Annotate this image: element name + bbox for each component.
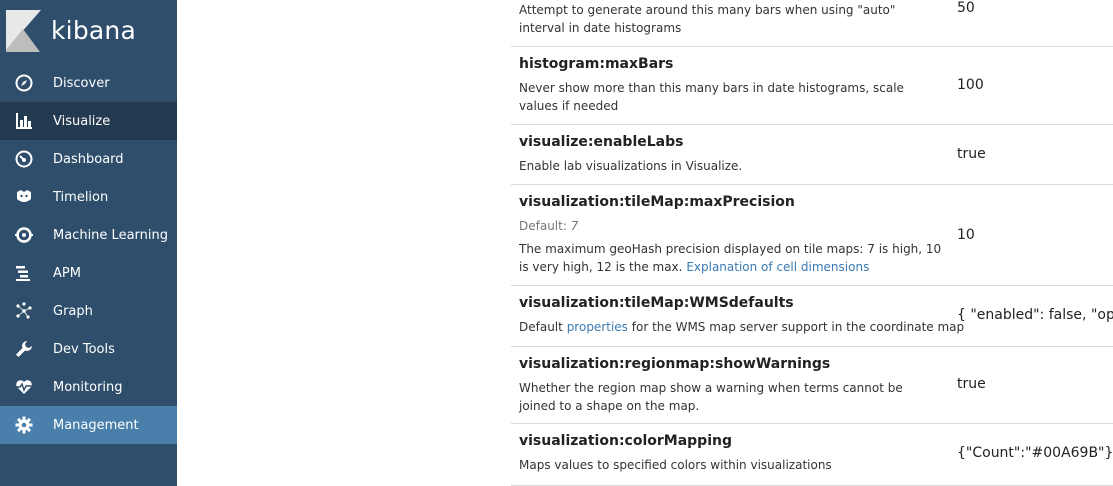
setting-row: histogram:maxBars Never show more than t… xyxy=(511,47,1113,125)
nav-label: Dashboard xyxy=(53,151,124,167)
setting-name: visualization:colorMapping xyxy=(519,433,732,449)
setting-default: Default: 7 xyxy=(519,219,578,233)
setting-row: visualization:tileMap:maxPrecision Defau… xyxy=(511,185,1113,286)
main-content: Attempt to generate around this many bar… xyxy=(177,0,1113,486)
setting-value[interactable]: 100 xyxy=(957,77,984,93)
setting-name: visualization:regionmap:showWarnings xyxy=(519,356,831,372)
setting-name: visualization:tileMap:WMSdefaults xyxy=(519,295,794,311)
graph-icon xyxy=(15,302,33,320)
setting-description: Attempt to generate around this many bar… xyxy=(519,3,896,35)
setting-value[interactable]: 50 xyxy=(957,0,975,16)
nav-label: Monitoring xyxy=(53,379,123,395)
kibana-logo-icon xyxy=(6,9,41,52)
nav-item-machine-learning[interactable]: Machine Learning xyxy=(0,216,177,254)
setting-name: visualize:enableLabs xyxy=(519,134,684,150)
apm-icon xyxy=(15,264,33,282)
setting-description: Default properties for the WMS map serve… xyxy=(519,318,964,336)
description-text: Default xyxy=(519,320,563,334)
setting-name: histogram:maxBars xyxy=(519,56,674,72)
nav-item-management[interactable]: Management xyxy=(0,406,177,444)
gear-icon xyxy=(15,416,33,434)
compass-icon xyxy=(15,74,33,92)
description-text: for the WMS map server support in the co… xyxy=(631,320,965,334)
nav-label: Management xyxy=(53,417,139,433)
nav-label: Timelion xyxy=(53,189,109,205)
brand-name: kibana xyxy=(51,16,136,45)
setting-description: Enable lab visualizations in Visualize. xyxy=(519,159,743,173)
setting-row: Attempt to generate around this many bar… xyxy=(511,0,1113,47)
nav-label: APM xyxy=(53,265,81,281)
setting-value[interactable]: true xyxy=(957,146,986,162)
setting-row: visualization:colorMapping Maps values t… xyxy=(511,424,1113,486)
nav-item-apm[interactable]: APM xyxy=(0,254,177,292)
sidebar: kibana Discover Visualize Dashboard Time… xyxy=(0,0,177,486)
nav-item-monitoring[interactable]: Monitoring xyxy=(0,368,177,406)
setting-row: visualization:tileMap:WMSdefaults Defaul… xyxy=(511,286,1113,347)
setting-value[interactable]: true xyxy=(957,376,986,392)
nav-item-dev-tools[interactable]: Dev Tools xyxy=(0,330,177,368)
brand[interactable]: kibana xyxy=(0,0,177,61)
setting-value[interactable]: { "enabled": false, "optio xyxy=(957,307,1113,323)
timelion-icon xyxy=(15,188,33,206)
cell-dimensions-link[interactable]: Explanation of cell dimensions xyxy=(686,260,869,274)
setting-row: visualization:regionmap:showWarnings Whe… xyxy=(511,347,1113,424)
wrench-icon xyxy=(15,340,33,358)
default-value: 7 xyxy=(570,219,579,233)
nav-item-timelion[interactable]: Timelion xyxy=(0,178,177,216)
nav-item-graph[interactable]: Graph xyxy=(0,292,177,330)
setting-description: Never show more than this many bars in d… xyxy=(519,81,904,113)
properties-link[interactable]: properties xyxy=(567,320,628,334)
setting-value[interactable]: {"Count":"#00A69B"} xyxy=(957,445,1113,461)
heartbeat-icon xyxy=(15,378,33,396)
setting-name: visualization:tileMap:maxPrecision xyxy=(519,194,795,210)
nav-label: Visualize xyxy=(53,113,111,129)
nav-label: Discover xyxy=(53,75,110,91)
setting-row: visualize:enableLabs Enable lab visualiz… xyxy=(511,125,1113,185)
nav-label: Graph xyxy=(53,303,93,319)
setting-description: The maximum geoHash precision displayed … xyxy=(519,240,943,276)
bar-chart-icon xyxy=(15,112,33,130)
nav-item-dashboard[interactable]: Dashboard xyxy=(0,140,177,178)
gauge-icon xyxy=(15,150,33,168)
nav-item-discover[interactable]: Discover xyxy=(0,64,177,102)
nav-label: Dev Tools xyxy=(53,341,115,357)
setting-description: Whether the region map show a warning wh… xyxy=(519,381,903,413)
setting-description: Maps values to specified colors within v… xyxy=(519,458,832,472)
machine-learning-icon xyxy=(15,226,33,244)
nav-item-visualize[interactable]: Visualize xyxy=(0,102,177,140)
default-label: Default: xyxy=(519,219,567,233)
setting-value[interactable]: 10 xyxy=(957,227,975,243)
nav-label: Machine Learning xyxy=(53,227,168,243)
